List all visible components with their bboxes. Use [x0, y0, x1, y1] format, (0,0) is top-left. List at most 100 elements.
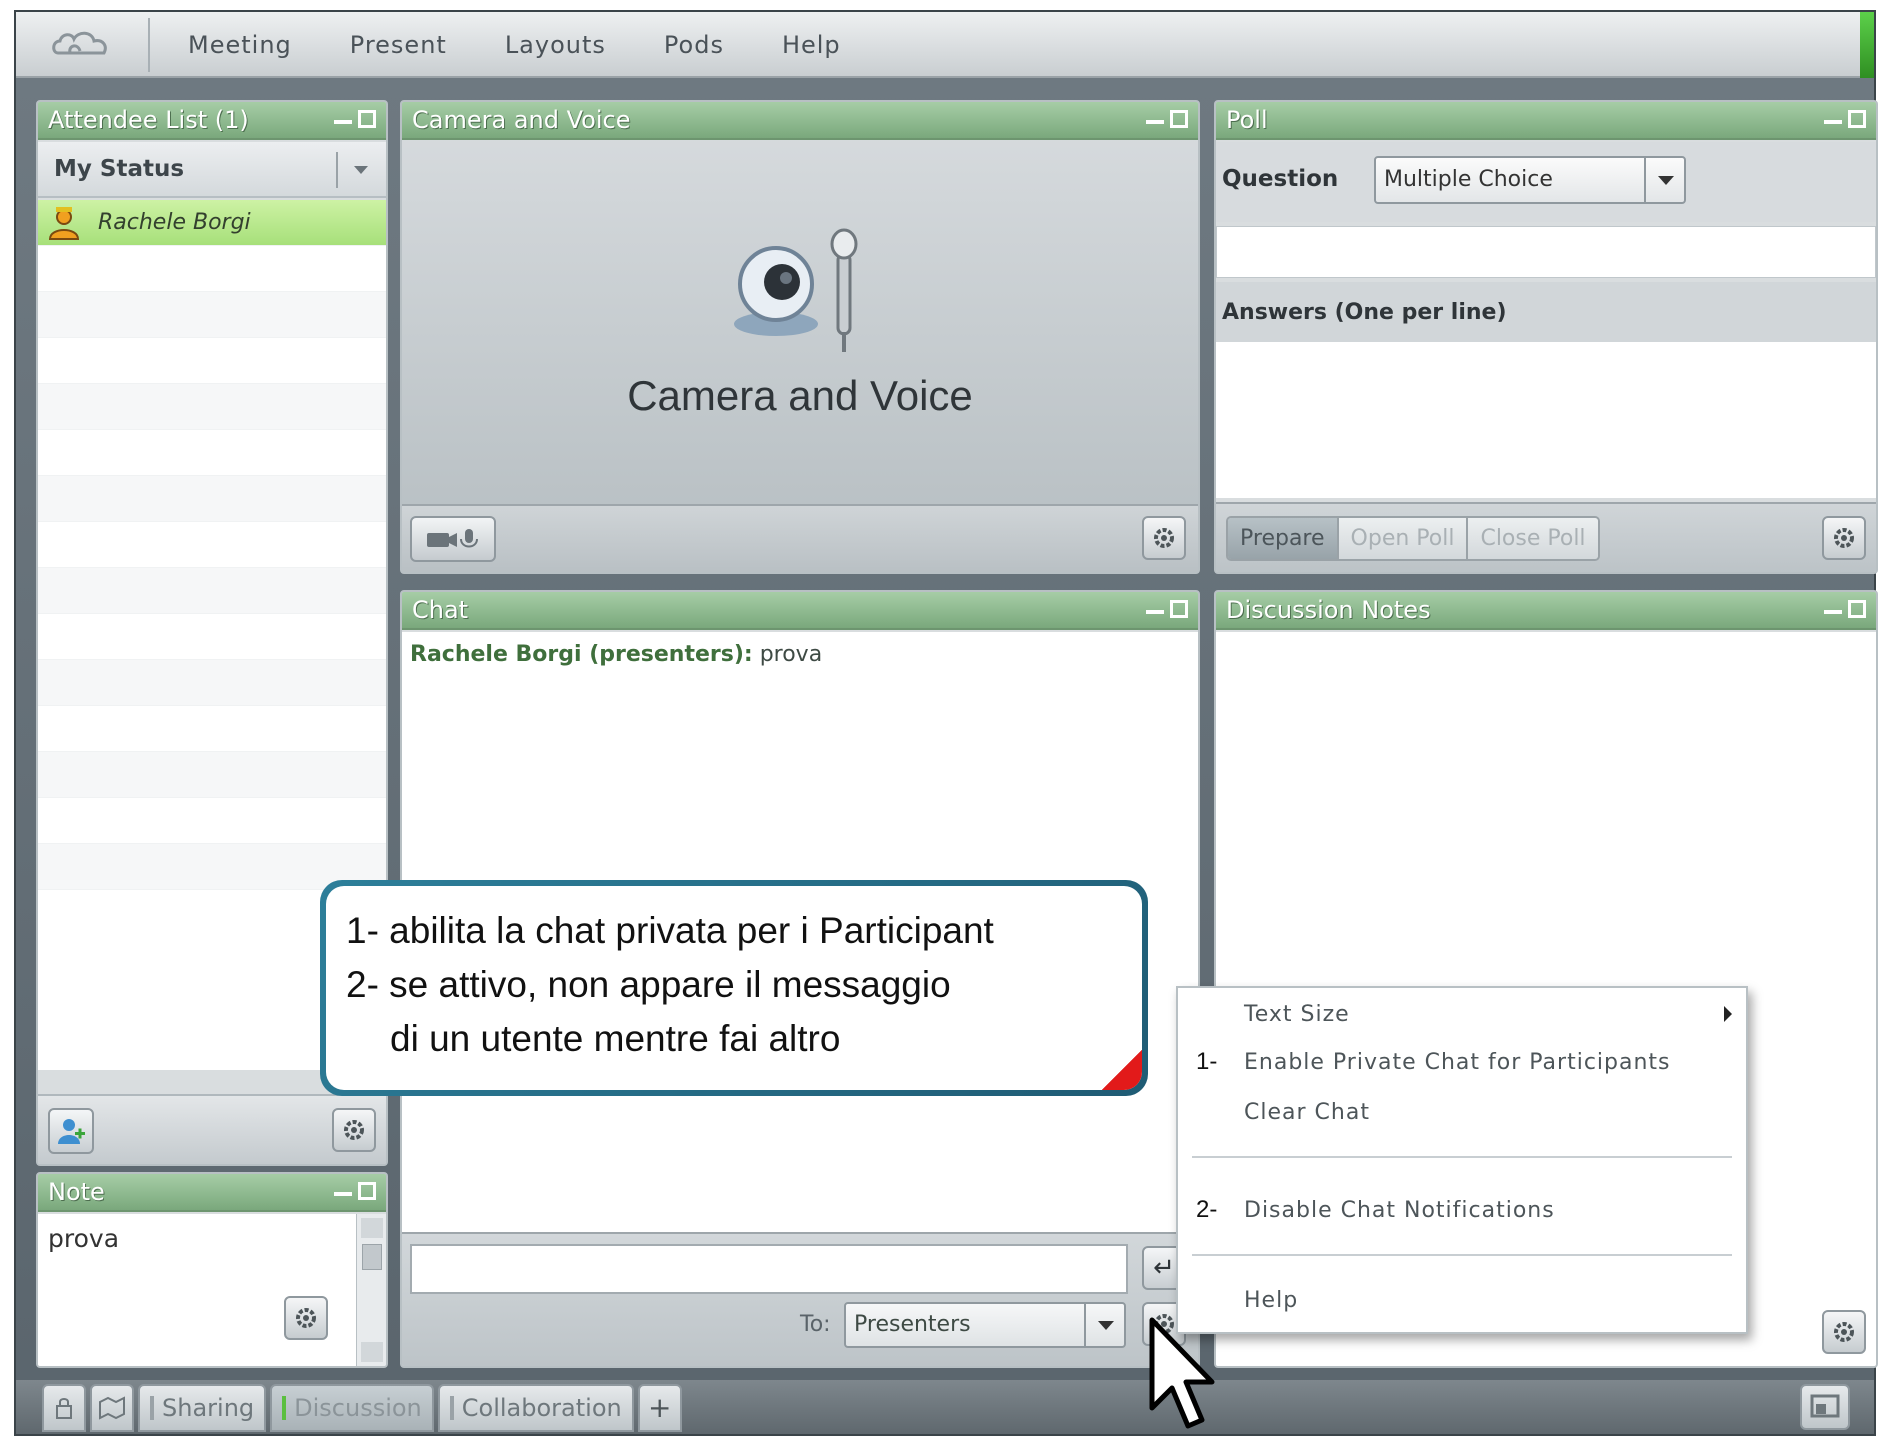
list-item — [38, 568, 386, 614]
menu-item-disable-chat-notifications[interactable]: Disable Chat Notifications — [1244, 1198, 1555, 1223]
note-text: prova — [48, 1224, 120, 1253]
list-item — [38, 292, 386, 338]
question-input[interactable] — [1216, 226, 1876, 278]
menu-item-clear-chat[interactable]: Clear Chat — [1244, 1100, 1370, 1125]
pod-title-bar[interactable]: Discussion Notes — [1216, 592, 1876, 630]
scroll-up-icon[interactable] — [361, 1218, 383, 1238]
menu-item-text-size[interactable]: Text Size — [1244, 1002, 1350, 1027]
gear-icon — [344, 1120, 364, 1140]
chat-message-input[interactable] — [410, 1244, 1128, 1294]
minimize-icon[interactable] — [1146, 610, 1164, 614]
gear-icon — [1834, 528, 1854, 548]
my-status-dropdown[interactable]: My Status — [38, 142, 386, 198]
callout-line-1: 1- abilita la chat privata per i Partici… — [346, 910, 994, 951]
menu-layouts[interactable]: Layouts — [505, 31, 606, 59]
answers-input[interactable] — [1216, 342, 1876, 498]
pod-title-bar[interactable]: Attendee List (1) — [38, 102, 386, 140]
chevron-down-icon[interactable] — [1084, 1304, 1124, 1346]
menu-divider — [1192, 1254, 1732, 1256]
pod-title: Camera and Voice — [412, 106, 631, 134]
poll-question-row: Question Multiple Choice — [1216, 142, 1876, 222]
chevron-down-icon[interactable] — [354, 166, 368, 174]
note-options-button[interactable] — [284, 1296, 328, 1340]
chat-recipient-value: Presenters — [854, 1312, 971, 1337]
poll-options-button[interactable] — [1822, 516, 1866, 560]
maximize-icon[interactable] — [1170, 600, 1188, 618]
menu-pods[interactable]: Pods — [664, 31, 724, 59]
list-item — [38, 246, 386, 292]
presenter-only-area-button[interactable] — [1800, 1384, 1850, 1430]
enter-icon: ↵ — [1153, 1253, 1175, 1283]
list-item — [38, 430, 386, 476]
menu-item-enable-private-chat[interactable]: Enable Private Chat for Participants — [1244, 1050, 1671, 1075]
pod-title-bar[interactable]: Poll — [1216, 102, 1876, 140]
discussion-options-button[interactable] — [1822, 1310, 1866, 1354]
add-layout-button[interactable]: + — [637, 1384, 682, 1432]
menu-item-help[interactable]: Help — [1244, 1288, 1298, 1313]
camera-voice-pod: Camera and Voice Camera and Voice — [400, 100, 1200, 574]
minimize-icon[interactable] — [1824, 610, 1842, 614]
maximize-icon[interactable] — [358, 1182, 376, 1200]
minimize-icon[interactable] — [1146, 120, 1164, 124]
list-item — [38, 476, 386, 522]
annotation-number-1: 1- — [1196, 1048, 1218, 1075]
host-user-icon — [48, 206, 80, 240]
menu-meeting[interactable]: Meeting — [188, 31, 292, 59]
prepare-button[interactable]: Prepare — [1228, 518, 1339, 559]
note-pod: Note prova — [36, 1172, 388, 1368]
pod-title-bar[interactable]: Chat — [402, 592, 1198, 630]
callout-line-2: 2- se attivo, non appare il messaggio — [346, 964, 951, 1005]
maximize-icon[interactable] — [1848, 110, 1866, 128]
layout-map-button[interactable] — [90, 1384, 134, 1432]
attendee-name: Rachele Borgi — [98, 210, 251, 235]
answers-label: Answers (One per line) — [1222, 300, 1507, 325]
camera-placeholder: Camera and Voice — [402, 142, 1198, 506]
pod-title: Note — [48, 1178, 105, 1206]
lock-layout-button[interactable] — [42, 1384, 86, 1432]
pod-title: Chat — [412, 596, 469, 624]
maximize-icon[interactable] — [1848, 600, 1866, 618]
scroll-down-icon[interactable] — [361, 1342, 383, 1362]
chat-recipient-select[interactable]: Presenters — [844, 1302, 1126, 1348]
pod-title: Discussion Notes — [1226, 596, 1431, 624]
camera-options-button[interactable] — [1142, 516, 1186, 560]
attendee-row[interactable]: Rachele Borgi — [38, 200, 386, 246]
plus-icon: + — [648, 1391, 672, 1424]
tab-discussion[interactable]: Discussion — [270, 1384, 434, 1432]
start-camera-voice-button[interactable] — [410, 516, 496, 562]
gear-icon — [1154, 528, 1174, 548]
divider — [336, 152, 338, 188]
chevron-down-icon[interactable] — [1644, 158, 1684, 202]
tab-collaboration[interactable]: Collaboration — [437, 1384, 634, 1432]
open-poll-button[interactable]: Open Poll — [1338, 518, 1469, 559]
lock-icon — [56, 1398, 72, 1419]
question-type-select[interactable]: Multiple Choice — [1374, 156, 1686, 204]
callout-body: 1- abilita la chat privata per i Partici… — [326, 886, 1142, 1090]
annotation-callout: 1- abilita la chat privata per i Partici… — [320, 880, 1148, 1096]
tab-label: Discussion — [294, 1394, 422, 1422]
minimize-icon[interactable] — [334, 120, 352, 124]
add-user-icon — [58, 1119, 85, 1144]
menu-present[interactable]: Present — [350, 31, 447, 59]
chat-sender: Rachele Borgi (presenters): — [410, 642, 753, 667]
webcam-microphone-icon — [734, 228, 858, 352]
menu-help[interactable]: Help — [782, 31, 841, 59]
layout-tab-bar: Sharing Discussion Collaboration + — [16, 1380, 1874, 1434]
close-poll-button[interactable]: Close Poll — [1468, 518, 1598, 559]
attendee-options-button[interactable] — [332, 1108, 376, 1152]
tab-sharing[interactable]: Sharing — [138, 1384, 267, 1432]
note-scrollbar[interactable] — [356, 1214, 386, 1366]
pod-title-bar[interactable]: Camera and Voice — [402, 102, 1198, 140]
minimize-icon[interactable] — [334, 1192, 352, 1196]
list-item — [38, 706, 386, 752]
minimize-icon[interactable] — [1824, 120, 1842, 124]
pod-title-bar[interactable]: Note — [38, 1174, 386, 1212]
invite-attendee-button[interactable] — [48, 1108, 94, 1154]
maximize-icon[interactable] — [358, 110, 376, 128]
note-text-area[interactable]: prova — [38, 1214, 356, 1366]
scroll-thumb[interactable] — [362, 1244, 382, 1270]
list-item — [38, 614, 386, 660]
list-item — [38, 384, 386, 430]
pod-title: Poll — [1226, 106, 1268, 134]
maximize-icon[interactable] — [1170, 110, 1188, 128]
